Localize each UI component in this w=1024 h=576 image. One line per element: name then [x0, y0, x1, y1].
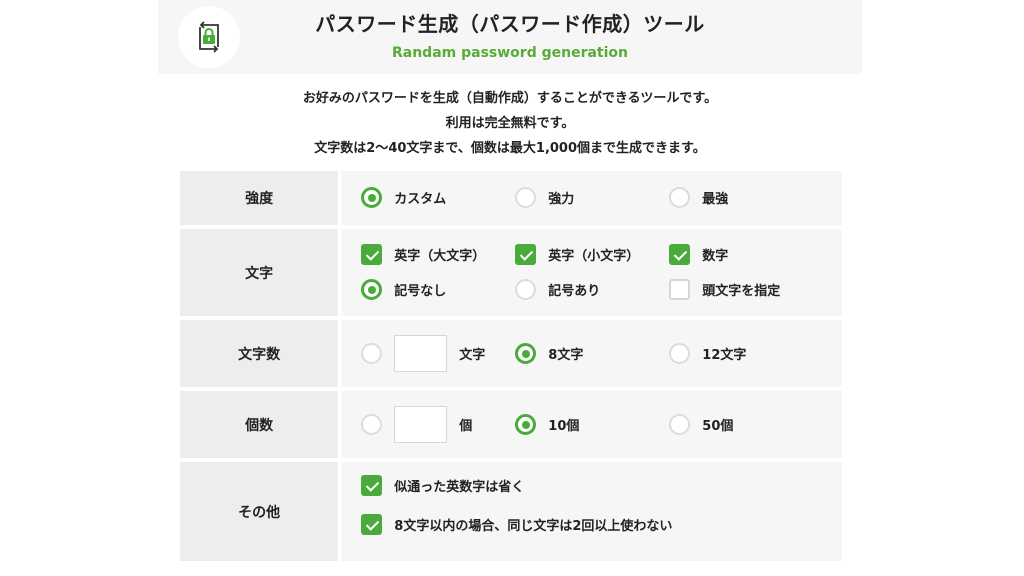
no-repeat-option[interactable]: 8文字以内の場合、同じ文字は2回以上使わない — [361, 514, 672, 535]
digits-label: 数字 — [702, 249, 729, 264]
password-options-form: 強度 カスタム 強力 最強 文字 英字（大文字） 英字（小文字） 数字 記号なし… — [180, 171, 842, 565]
count-10-label: 10個 — [548, 419, 580, 434]
with-symbols-radio[interactable] — [515, 279, 537, 300]
count-label: 個数 — [180, 391, 339, 458]
with-symbols-label: 記号あり — [548, 284, 601, 299]
no-symbols-option[interactable]: 記号なし — [361, 279, 446, 300]
length-options: 文字 8文字 12文字 — [341, 320, 842, 387]
count-10-option[interactable]: 10個 — [515, 414, 579, 435]
chars-options: 英字（大文字） 英字（小文字） 数字 記号なし 記号あり 頭文字を指定 — [341, 229, 842, 316]
strength-strong-option[interactable]: 強力 — [515, 187, 574, 208]
length-8-option[interactable]: 8文字 — [515, 343, 583, 364]
intro-line-2: 利用は完全無料です。 — [445, 116, 575, 131]
strength-strongest-label: 最強 — [702, 192, 729, 207]
count-options: 個 10個 50個 — [341, 391, 842, 458]
other-options: 似通った英数字は省く 8文字以内の場合、同じ文字は2回以上使わない — [341, 462, 842, 561]
count-custom-radio[interactable] — [361, 414, 383, 435]
no-repeat-checkbox[interactable] — [361, 514, 383, 535]
length-custom-radio[interactable] — [361, 343, 383, 364]
lowercase-checkbox[interactable] — [515, 244, 537, 265]
no-symbols-label: 記号なし — [394, 284, 447, 299]
chars-label: 文字 — [180, 229, 339, 316]
strength-row: 強度 カスタム 強力 最強 — [180, 171, 842, 225]
count-custom-option: 個 — [361, 406, 472, 443]
length-label: 文字数 — [180, 320, 339, 387]
uppercase-checkbox[interactable] — [361, 244, 383, 265]
strength-strong-label: 強力 — [548, 192, 575, 207]
length-12-radio[interactable] — [669, 343, 691, 364]
lowercase-option[interactable]: 英字（小文字） — [515, 244, 639, 265]
page-header: パスワード生成（パスワード作成）ツール Randam password gene… — [158, 0, 862, 74]
count-row: 個数 個 10個 50個 — [180, 391, 842, 458]
lowercase-label: 英字（小文字） — [548, 249, 640, 264]
uppercase-label: 英字（大文字） — [394, 249, 486, 264]
first-char-option[interactable]: 頭文字を指定 — [669, 279, 780, 300]
strength-strong-radio[interactable] — [515, 187, 537, 208]
first-char-label: 頭文字を指定 — [702, 284, 781, 299]
length-custom-unit: 文字 — [459, 348, 486, 363]
intro-line-3: 文字数は2〜40文字まで、個数は最大1,000個まで生成できます。 — [314, 141, 706, 156]
skip-similar-checkbox[interactable] — [361, 475, 383, 496]
skip-similar-option[interactable]: 似通った英数字は省く — [361, 475, 524, 496]
count-custom-input[interactable] — [394, 406, 448, 443]
length-8-label: 8文字 — [548, 348, 584, 363]
no-symbols-radio[interactable] — [361, 279, 383, 300]
length-row: 文字数 文字 8文字 12文字 — [180, 320, 842, 387]
uppercase-option[interactable]: 英字（大文字） — [361, 244, 485, 265]
intro-line-1: お好みのパスワードを生成（自動作成）することができるツールです。 — [302, 91, 718, 106]
other-label: その他 — [180, 462, 339, 561]
length-custom-input[interactable] — [394, 335, 448, 372]
strength-custom-label: カスタム — [394, 192, 447, 207]
digits-checkbox[interactable] — [669, 244, 691, 265]
count-custom-unit: 個 — [459, 419, 473, 434]
strength-label: 強度 — [180, 171, 339, 225]
digits-option[interactable]: 数字 — [669, 244, 728, 265]
strength-strongest-radio[interactable] — [669, 187, 691, 208]
chars-row: 文字 英字（大文字） 英字（小文字） 数字 記号なし 記号あり 頭文字を指定 — [180, 229, 842, 316]
length-12-label: 12文字 — [702, 348, 747, 363]
count-10-radio[interactable] — [515, 414, 537, 435]
no-repeat-label: 8文字以内の場合、同じ文字は2回以上使わない — [394, 519, 673, 534]
with-symbols-option[interactable]: 記号あり — [515, 279, 600, 300]
count-50-option[interactable]: 50個 — [669, 414, 733, 435]
length-8-radio[interactable] — [515, 343, 537, 364]
strength-strongest-option[interactable]: 最強 — [669, 187, 728, 208]
length-custom-option: 文字 — [361, 335, 485, 372]
skip-similar-label: 似通った英数字は省く — [394, 480, 525, 495]
page-title: パスワード生成（パスワード作成）ツール — [315, 12, 705, 36]
other-row: その他 似通った英数字は省く 8文字以内の場合、同じ文字は2回以上使わない — [180, 462, 842, 561]
page-subtitle: Randam password generation — [391, 45, 629, 61]
count-50-radio[interactable] — [669, 414, 691, 435]
length-12-option[interactable]: 12文字 — [669, 343, 746, 364]
strength-custom-radio[interactable] — [361, 187, 383, 208]
intro-text: お好みのパスワードを生成（自動作成）することができるツールです。 利用は完全無料… — [158, 86, 862, 161]
first-char-checkbox[interactable] — [669, 279, 691, 300]
count-50-label: 50個 — [702, 419, 734, 434]
strength-options: カスタム 強力 最強 — [341, 171, 842, 225]
strength-custom-option[interactable]: カスタム — [361, 187, 446, 208]
